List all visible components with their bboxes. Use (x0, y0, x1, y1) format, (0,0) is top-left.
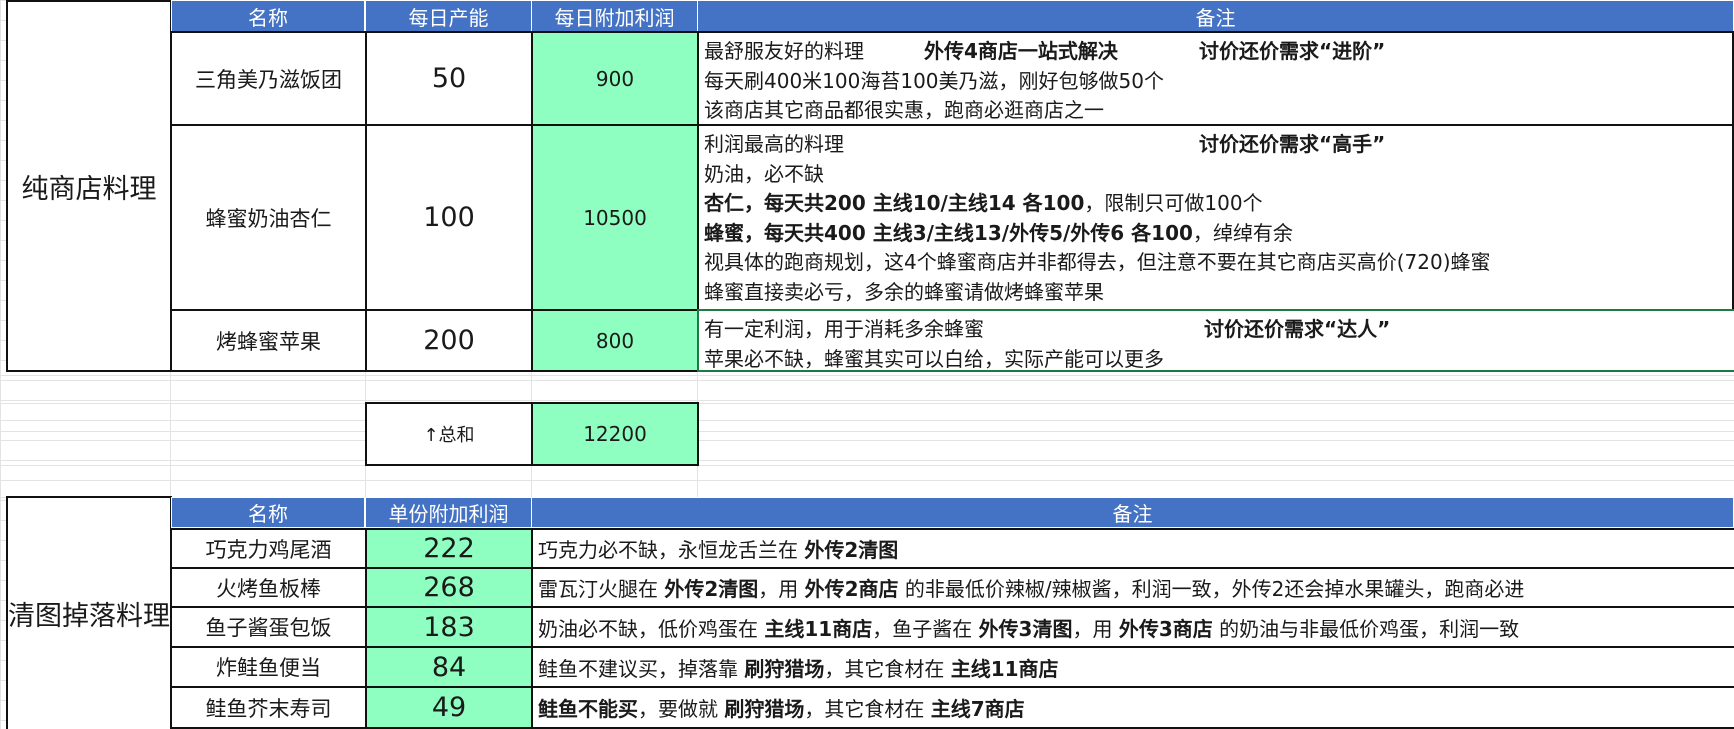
profit-value: 10500 (583, 205, 647, 230)
note-cell[interactable]: 雷瓦汀火腿在 外传2清图 ，用 外传2商店 的非最低价辣椒/辣椒酱，利润一致，外传… (531, 567, 1734, 608)
profit-cell[interactable]: 10500 (531, 124, 699, 311)
note-segment: 巧克力必不缺，永恒龙舌兰在 (538, 538, 805, 562)
note-segment: 外传2清图 (664, 577, 759, 601)
note-line: 苹果必不缺，蜂蜜其实可以白给，实际产能可以更多 (704, 346, 1164, 371)
note-segment: 鲑鱼不建议买，掉落靠 (538, 656, 745, 681)
profit-cell[interactable]: 49 (365, 686, 533, 729)
header-daily-profit: 每日附加利润 (531, 0, 698, 32)
note-segment: 外传3清图 (978, 616, 1073, 641)
header-note: 备注 (531, 497, 1734, 528)
profit-cell[interactable]: 222 (365, 528, 533, 569)
total-label: ↑总和 (423, 425, 475, 446)
profit-value: 222 (423, 533, 475, 564)
note-line: 杏仁，每天共200 主线10/主线14 各100，限制只可做100个 (704, 191, 1263, 215)
dish-name: 鱼子酱蛋包饭 (205, 616, 332, 640)
capacity-value: 200 (423, 325, 475, 356)
note-segment: 雷瓦汀火腿在 (538, 577, 665, 601)
total-value-cell[interactable]: 12200 (531, 402, 699, 466)
profit-value: 183 (423, 611, 475, 643)
note-line: 蜂蜜直接卖必亏，多余的蜂蜜请做烤蜂蜜苹果 (704, 279, 1104, 304)
note-line: 有一定利润，用于消耗多余蜂蜜 讨价还价需求“达人” (704, 317, 1391, 341)
row-name-cell[interactable]: 鲑鱼芥末寿司 (170, 686, 367, 729)
note-segment: ，鱼子酱在 (872, 616, 979, 641)
profit-value: 268 (423, 572, 475, 603)
profit-cell[interactable]: 84 (365, 646, 533, 688)
note-segment: 外传2清图 (804, 538, 899, 562)
note-cell[interactable]: 鲑鱼不建议买，掉落靠 刷狩猎场 ，其它食材在 主线11商店 (531, 646, 1734, 688)
note-line: 蜂蜜，每天共400 主线3/主线13/外传5/外传6 各100，绰绰有余 (704, 220, 1293, 245)
group-label-shop-dishes: 纯商店料理 (6, 0, 172, 372)
profit-cell[interactable]: 800 (531, 309, 699, 372)
note-segment: 主线11商店 (764, 616, 873, 641)
note-cell[interactable]: 巧克力必不缺，永恒龙舌兰在 外传2清图 (531, 528, 1734, 569)
row-name-cell[interactable]: 火烤鱼板棒 (170, 567, 367, 608)
note-cell[interactable]: 奶油必不缺，低价鸡蛋在 主线11商店 ，鱼子酱在 外传3清图 ，用 外传3商店 的奶… (531, 606, 1734, 648)
note-line: 利润最高的料理 讨价还价需求“高手” (704, 132, 1386, 156)
dish-name: 火烤鱼板棒 (216, 576, 321, 601)
header-unit-profit: 单份附加利润 (365, 497, 532, 528)
capacity-cell[interactable]: 200 (365, 309, 533, 372)
note-cell[interactable]: 鲑鱼不能买 ，要做就 刷狩猎场 ，其它食材在 主线7商店 (531, 686, 1734, 729)
capacity-value: 100 (423, 202, 475, 233)
dish-name: 炸鲑鱼便当 (216, 656, 321, 680)
row-name-cell[interactable]: 三角美乃滋饭团 (170, 31, 367, 126)
note-line: 奶油，必不缺 (704, 161, 824, 186)
note-cell[interactable]: 有一定利润，用于消耗多余蜂蜜 讨价还价需求“达人” 苹果必不缺，蜂蜜其实可以白给，… (697, 309, 1734, 372)
group-label-text: 纯商店料理 (21, 173, 157, 205)
group-label-drop-dishes: 清图掉落料理 (6, 496, 172, 729)
dish-name: 蜂蜜奶油杏仁 (205, 206, 332, 231)
header-name: 名称 (171, 497, 365, 528)
total-value: 12200 (583, 422, 647, 446)
note-segment: 奶油必不缺，低价鸡蛋在 (538, 616, 765, 641)
profit-value: 900 (595, 66, 635, 91)
row-name-cell[interactable]: 蜂蜜奶油杏仁 (170, 124, 367, 311)
dish-name: 巧克力鸡尾酒 (205, 537, 332, 562)
profit-value: 84 (431, 651, 467, 683)
profit-value: 800 (595, 328, 635, 353)
dish-name: 鲑鱼芥末寿司 (205, 696, 332, 721)
note-segment: 外传2商店 (804, 577, 899, 601)
dish-name: 三角美乃滋饭团 (195, 67, 342, 92)
note-segment: ，用 (1072, 616, 1119, 641)
row-name-cell[interactable]: 巧克力鸡尾酒 (170, 528, 367, 569)
note-segment: ，用 (758, 577, 805, 601)
dish-name: 烤蜂蜜苹果 (216, 329, 321, 354)
note-segment: 的奶油与非最低价鸡蛋，利润一致 (1212, 616, 1520, 641)
row-name-cell[interactable]: 鱼子酱蛋包饭 (170, 606, 367, 648)
note-line: 该商店其它商品都很实惠，跑商必逛商店之一 (704, 98, 1104, 122)
note-segment: ，其它食材在 (824, 656, 951, 681)
note-segment: ，要做就 (638, 697, 725, 721)
row-name-cell[interactable]: 炸鲑鱼便当 (170, 646, 367, 688)
profit-cell[interactable]: 268 (365, 567, 533, 608)
note-segment: 外传3商店 (1118, 616, 1213, 641)
row-name-cell[interactable]: 烤蜂蜜苹果 (170, 309, 367, 372)
note-line: 视具体的跑商规划，这4个蜂蜜商店并非都得去，但注意不要在其它商店买高价(720)… (704, 250, 1491, 274)
note-segment: 鲑鱼不能买 (538, 697, 638, 721)
header-note: 备注 (697, 0, 1734, 32)
note-cell[interactable]: 最舒服友好的料理 外传4商店一站式解决 讨价还价需求“进阶” 每天刷400米100海… (697, 31, 1734, 126)
capacity-cell[interactable]: 100 (365, 124, 533, 311)
note-segment: 刷狩猎场 (744, 656, 825, 681)
profit-value: 49 (431, 692, 467, 723)
capacity-cell[interactable]: 50 (365, 31, 533, 126)
header-name: 名称 (171, 0, 365, 32)
note-line: 每天刷400米100海苔100美乃滋，刚好包够做50个 (704, 68, 1164, 93)
note-segment: 刷狩猎场 (724, 697, 805, 721)
note-segment: 主线7商店 (930, 697, 1025, 721)
group-label-text: 清图掉落料理 (8, 601, 170, 632)
total-label-cell[interactable]: ↑总和 (365, 402, 533, 466)
profit-cell[interactable]: 183 (365, 606, 533, 648)
header-capacity: 每日产能 (365, 0, 532, 32)
spreadsheet-grid: 纯商店料理 名称 每日产能 每日附加利润 备注 三角美乃滋饭团 50 900 最… (0, 0, 1734, 729)
capacity-value: 50 (431, 63, 467, 94)
note-segment: 的非最低价辣椒/辣椒酱，利润一致，外传2还会掉水果罐头，跑商必进 (898, 577, 1525, 601)
profit-cell[interactable]: 900 (531, 31, 699, 126)
note-line: 最舒服友好的料理 外传4商店一站式解决 讨价还价需求“进阶” (704, 39, 1386, 63)
note-cell[interactable]: 利润最高的料理 讨价还价需求“高手” 奶油，必不缺 杏仁，每天共200 主线10/… (697, 124, 1734, 311)
note-segment: ，其它食材在 (804, 697, 931, 721)
note-segment: 主线11商店 (950, 656, 1059, 681)
